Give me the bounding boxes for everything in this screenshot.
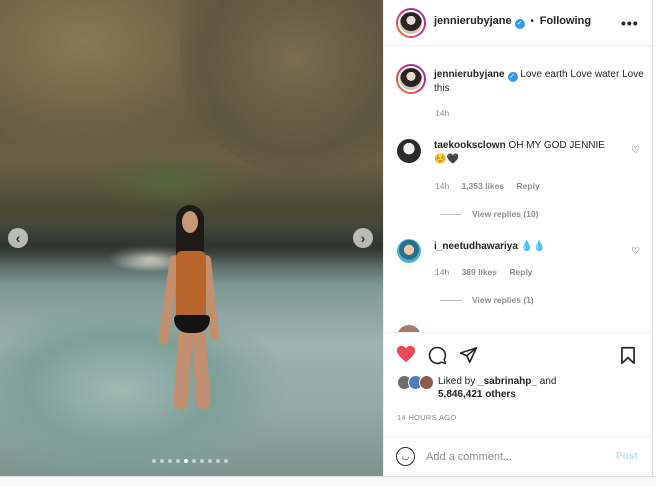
chevron-left-icon: ‹ <box>15 230 21 246</box>
view-replies-label: View replies (10) <box>472 209 539 219</box>
header-separator: • <box>530 16 534 27</box>
comment-emoji: ☺️🖤 <box>434 154 459 165</box>
cave-rock <box>180 0 383 180</box>
comment-meta: 14h 1,353 likes Reply <box>435 181 540 191</box>
carousel-dots <box>152 459 228 463</box>
post-comment-button[interactable]: Post <box>616 451 638 462</box>
carousel-dot <box>224 459 228 463</box>
cave-moss <box>90 150 250 210</box>
comment: taekooksclown OH MY GOD JENNIE ☺️🖤 <box>434 139 624 167</box>
likes-row: Liked by _sabrinahp_ and 5,846,421 other… <box>397 375 556 401</box>
liked-by-user[interactable]: _sabrinahp_ <box>478 376 537 387</box>
comment-input[interactable] <box>426 446 606 468</box>
bookmark-icon[interactable] <box>620 346 636 369</box>
following-button[interactable]: Following <box>540 15 591 27</box>
comment-likes[interactable]: 1,353 likes <box>462 181 505 191</box>
post-actions: Liked by _sabrinahp_ and 5,846,421 other… <box>384 332 654 476</box>
carousel-dot <box>152 459 156 463</box>
comments-list[interactable]: jennierubyjane ✓ Love earth Love water Lo… <box>384 47 654 332</box>
comment-avatar[interactable] <box>397 139 421 163</box>
window-bottom-edge <box>0 476 656 486</box>
caption: jennierubyjane ✓ Love earth Love water Lo… <box>434 68 644 96</box>
view-replies-button[interactable]: View replies (10) <box>440 209 538 219</box>
reply-button[interactable]: Reply <box>509 267 532 277</box>
liked-by-and: and <box>539 376 557 387</box>
view-replies-label: View replies (1) <box>472 295 534 305</box>
add-comment-bar: ◡ Post <box>384 436 654 477</box>
author-avatar[interactable] <box>396 8 426 38</box>
likes-summary: Liked by _sabrinahp_ and 5,846,421 other… <box>438 375 556 401</box>
comment: i_neetudhawariya 💧💧 <box>434 240 624 254</box>
carousel-prev-button[interactable]: ‹ <box>8 228 28 248</box>
reply-button[interactable]: Reply <box>516 181 539 191</box>
comment-like-icon[interactable]: ♡ <box>631 246 640 257</box>
comment-icon[interactable] <box>428 346 447 369</box>
emoji-icon[interactable]: ◡ <box>396 447 415 466</box>
comment-username[interactable]: taekooksclown <box>434 140 506 151</box>
carousel-dot <box>176 459 180 463</box>
post-header: jennierubyjane ✓ • Following ••• <box>384 0 654 46</box>
carousel-dot <box>216 459 220 463</box>
verified-badge-icon: ✓ <box>507 72 518 82</box>
comment-meta: 14h 389 likes Reply <box>435 267 533 277</box>
view-replies-button[interactable]: View replies (1) <box>440 295 534 305</box>
comment-time: 14h <box>435 181 450 191</box>
carousel-dot <box>184 459 188 463</box>
liker-avatar[interactable] <box>419 375 434 390</box>
caption-username[interactable]: jennierubyjane <box>434 69 505 80</box>
caption-avatar[interactable] <box>396 64 426 94</box>
liker-avatars <box>397 375 434 390</box>
post-container: ‹ › jennierubyjane ✓ • Following ••• jenn… <box>0 0 656 486</box>
author-username[interactable]: jennierubyjane <box>434 15 512 27</box>
carousel-next-button[interactable]: › <box>353 228 373 248</box>
carousel-dot <box>192 459 196 463</box>
comment-username[interactable]: i_neetudhawariya <box>434 241 518 252</box>
comment-emoji: 💧💧 <box>520 241 546 252</box>
more-options-icon[interactable]: ••• <box>621 15 639 31</box>
comment-time: 14h <box>435 267 450 277</box>
caption-time: 14h <box>435 108 450 118</box>
comment-text: OH MY GOD JENNIE <box>508 140 605 151</box>
comment-avatar[interactable] <box>397 239 421 263</box>
person-figure <box>157 205 230 415</box>
post-timestamp[interactable]: 14 HOURS AGO <box>397 413 456 422</box>
liked-by-label: Liked by <box>438 376 476 387</box>
chevron-right-icon: › <box>360 230 366 246</box>
post-photo[interactable]: ‹ › <box>0 0 383 476</box>
post-side-panel: jennierubyjane ✓ • Following ••• jennieru… <box>383 0 654 476</box>
carousel-dot <box>160 459 164 463</box>
comment-avatar[interactable] <box>397 325 421 332</box>
carousel-dot <box>208 459 212 463</box>
comment-like-icon[interactable]: ♡ <box>631 145 640 156</box>
share-icon[interactable] <box>459 346 478 368</box>
heart-filled-icon[interactable] <box>396 345 416 367</box>
comment-likes[interactable]: 389 likes <box>462 267 497 277</box>
carousel-dot <box>200 459 204 463</box>
verified-badge-icon: ✓ <box>514 19 525 29</box>
carousel-dot <box>168 459 172 463</box>
likes-count[interactable]: 5,846,421 others <box>438 389 516 400</box>
